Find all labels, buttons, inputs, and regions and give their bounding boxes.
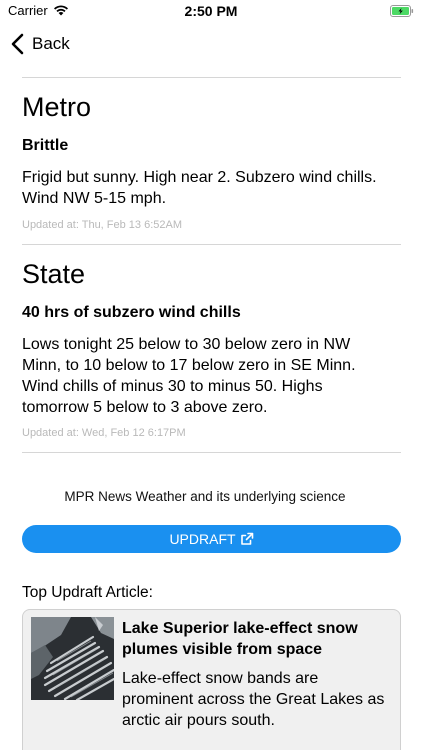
state-title: State (22, 259, 86, 289)
top-article-card[interactable]: Lake Superior lake-effect snow plumes vi… (22, 609, 401, 750)
state-forecast: Lows tonight 25 below to 30 below zero i… (22, 336, 356, 416)
external-link-icon (240, 532, 253, 545)
status-bar: Carrier 2:50 PM (0, 0, 422, 24)
updraft-button[interactable]: UPDRAFT (22, 525, 401, 553)
updraft-tagline: MPR News Weather and its underlying scie… (64, 489, 346, 504)
updraft-button-label: UPDRAFT (169, 531, 236, 547)
divider (22, 452, 401, 453)
article-title: Lake Superior lake-effect snow plumes vi… (122, 620, 358, 658)
chevron-left-icon (11, 33, 24, 55)
divider (22, 244, 401, 245)
metro-updated: Updated at: Thu, Feb 13 6:52AM (22, 219, 183, 231)
back-label: Back (32, 34, 70, 53)
article-description: Lake-effect snow bands are prominent acr… (122, 670, 385, 729)
state-updated: Updated at: Wed, Feb 12 6:17PM (22, 427, 186, 439)
top-article-label: Top Updraft Article: (22, 584, 153, 601)
state-headline: 40 hrs of subzero wind chills (22, 304, 241, 321)
article-thumbnail (31, 617, 114, 700)
back-button[interactable]: Back (8, 30, 70, 58)
status-time: 2:50 PM (184, 3, 238, 19)
metro-forecast: Frigid but sunny. High near 2. Subzero w… (22, 169, 377, 207)
battery-icon (390, 5, 414, 17)
metro-headline: Brittle (22, 137, 69, 154)
divider (22, 77, 401, 78)
metro-title: Metro (22, 92, 92, 122)
